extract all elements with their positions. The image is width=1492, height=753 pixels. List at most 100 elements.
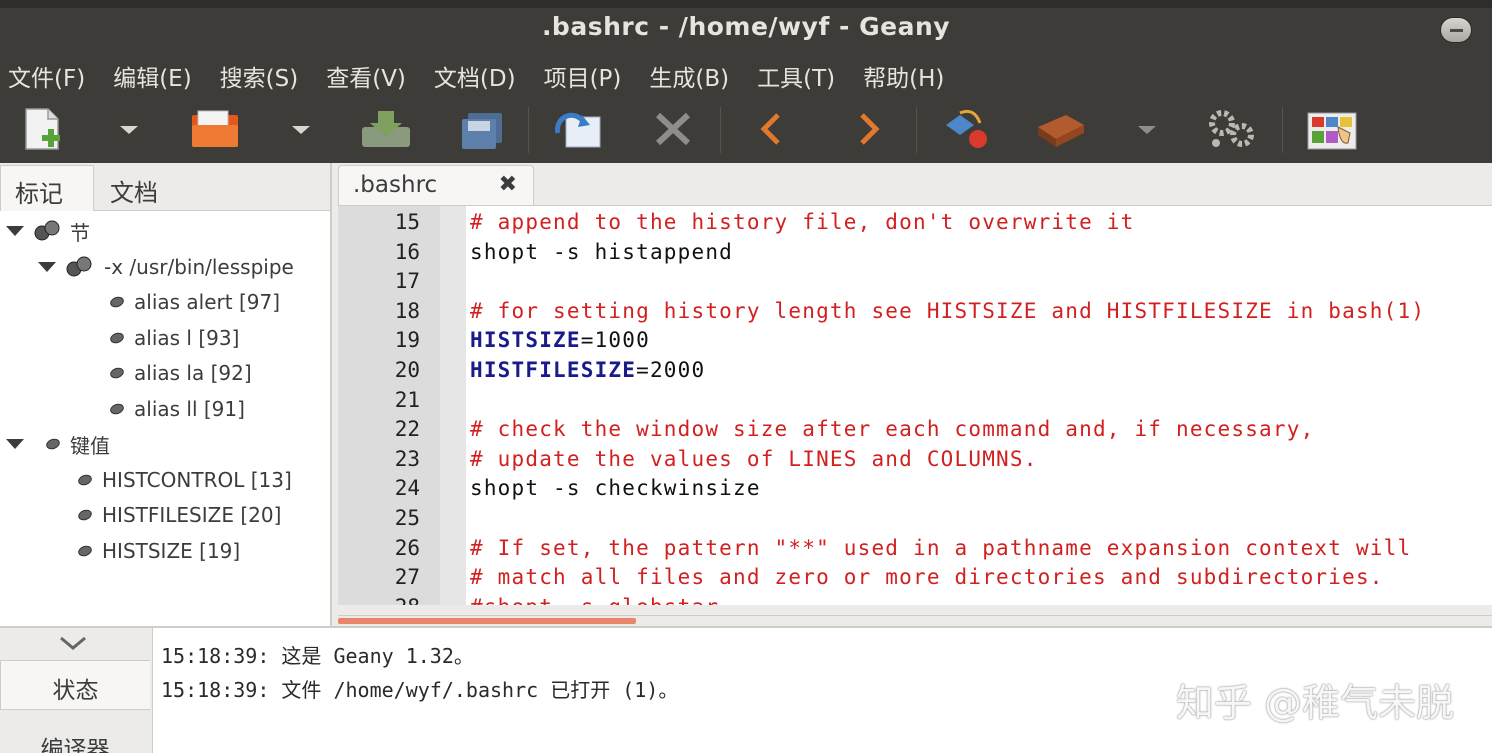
menu-file[interactable]: 文件(F)	[8, 59, 85, 93]
document-tab-label: .bashrc	[353, 172, 438, 198]
toolbar-separator	[720, 107, 721, 153]
tree-leaf[interactable]: HISTCONTROL [13]	[76, 464, 292, 496]
new-dropdown-icon[interactable]	[116, 105, 142, 153]
save-icon[interactable]	[358, 105, 414, 153]
status-log: 15:18:39: 这是 Geany 1.32。 15:18:39: 文件 /h…	[152, 628, 1492, 753]
menu-help[interactable]: 帮助(H)	[863, 59, 944, 93]
code-line[interactable]: HISTSIZE=1000	[470, 328, 650, 352]
toolbar	[0, 97, 1492, 163]
expander-icon[interactable]	[6, 226, 24, 236]
menu-build[interactable]: 生成(B)	[649, 59, 729, 93]
tree-node-lesspipe[interactable]: -x /usr/bin/lesspipe	[38, 251, 294, 283]
close-icon[interactable]	[650, 105, 696, 153]
tree-leaf[interactable]: alias alert [97]	[108, 286, 280, 318]
sections-icon	[34, 220, 60, 241]
variable-icon	[76, 543, 94, 559]
editor-area: .bashrc ✖ 15 # append to the history file…	[334, 163, 1492, 626]
code-line[interactable]: # for setting history length see HISTSIZ…	[470, 299, 1425, 323]
message-window: 状态 编译器 15:18:39: 这是 Geany 1.32。 15:18:39…	[0, 626, 1492, 753]
line-number: 20	[394, 358, 420, 382]
tree-leaf[interactable]: alias ll [91]	[108, 393, 245, 425]
variable-token: HISTFILESIZE	[470, 358, 637, 382]
code-line[interactable]: # match all files and zero or more direc…	[470, 565, 1384, 589]
menu-view[interactable]: 查看(V)	[326, 59, 406, 93]
code-line[interactable]: HISTFILESIZE=2000	[470, 358, 705, 382]
code-line[interactable]: # update the values of LINES and COLUMNS…	[470, 447, 1038, 471]
tree-node-keys[interactable]: 键值	[6, 428, 110, 460]
line-number: 17	[394, 269, 420, 294]
open-file-icon[interactable]	[186, 105, 244, 153]
variable-icon	[76, 472, 94, 488]
build-icon[interactable]	[1032, 105, 1090, 153]
horizontal-scrollbar[interactable]	[338, 615, 1492, 625]
expander-icon[interactable]	[38, 262, 56, 272]
menu-project[interactable]: 项目(P)	[544, 59, 622, 93]
watermark: 知乎 @稚气未脱	[1175, 681, 1454, 725]
symbol-tree: 节 -x /usr/bin/lesspipe alias alert [97] …	[0, 211, 330, 626]
sidebar: 标记 文档 节 -x /usr/bin/lesspipe alias alert…	[0, 163, 332, 626]
new-file-icon[interactable]	[18, 105, 74, 153]
menubar: 文件(F) 编辑(E) 搜索(S) 查看(V) 文档(D) 项目(P) 生成(B…	[0, 54, 1492, 97]
line-number: 21	[394, 387, 420, 412]
line-number: 23	[394, 446, 420, 471]
color-chooser-icon[interactable]	[1304, 105, 1360, 153]
tree-label: HISTFILESIZE [20]	[102, 503, 282, 527]
compile-icon[interactable]	[940, 105, 996, 153]
variable-icon	[108, 294, 126, 310]
fold-margin	[440, 206, 466, 605]
expander-icon[interactable]	[6, 439, 24, 449]
variable-icon	[108, 401, 126, 417]
title-bar: .bashrc - /home/wyf - Geany	[0, 0, 1492, 54]
tab-compiler[interactable]: 编译器	[0, 720, 150, 753]
tree-leaf[interactable]: HISTFILESIZE [20]	[76, 499, 282, 531]
menu-edit[interactable]: 编辑(E)	[113, 59, 191, 93]
tree-label: alias alert [97]	[134, 290, 280, 314]
reload-icon[interactable]	[552, 105, 606, 153]
code-line[interactable]: # append to the history file, don't over…	[470, 210, 1134, 234]
toolbar-separator	[1282, 107, 1283, 153]
gear-icon[interactable]	[1204, 105, 1262, 153]
log-line: 15:18:39: 这是 Geany 1.32。	[161, 644, 474, 668]
tree-leaf[interactable]: alias la [92]	[108, 357, 252, 389]
line-number: 27	[394, 565, 420, 590]
sections-icon	[66, 256, 92, 277]
code-editor[interactable]: 15 # append to the history file, don't ov…	[338, 205, 1492, 605]
close-tab-icon[interactable]: ✖	[499, 172, 517, 197]
desktop-top-bar	[0, 0, 1492, 8]
save-all-icon[interactable]	[456, 105, 508, 153]
tab-symbols[interactable]: 标记	[0, 165, 94, 211]
tab-documents[interactable]: 文档	[96, 165, 188, 211]
toolbar-separator	[916, 107, 917, 153]
code-line[interactable]: shopt -s checkwinsize	[470, 476, 761, 500]
value-token: =2000	[636, 358, 706, 382]
variable-icon	[76, 507, 94, 523]
line-number: 25	[394, 506, 420, 530]
tree-label: alias ll [91]	[134, 397, 245, 421]
chevron-down-icon[interactable]	[58, 634, 88, 654]
open-dropdown-icon[interactable]	[288, 105, 314, 153]
menu-tools[interactable]: 工具(T)	[757, 59, 835, 93]
forward-arrow-icon[interactable]	[850, 105, 890, 153]
minimize-button[interactable]	[1440, 17, 1472, 43]
menu-search[interactable]: 搜索(S)	[220, 59, 299, 93]
tree-label: 键值	[70, 433, 110, 458]
tree-label: 节	[70, 220, 90, 245]
variable-icon	[108, 365, 126, 381]
line-number: 16	[394, 239, 420, 264]
scrollbar-thumb[interactable]	[338, 618, 636, 624]
back-arrow-icon[interactable]	[750, 105, 790, 153]
tree-leaf[interactable]: HISTSIZE [19]	[76, 535, 240, 567]
tree-leaf[interactable]: alias l [93]	[108, 322, 239, 354]
tab-status[interactable]: 状态	[0, 660, 150, 710]
code-line[interactable]: #shopt -s globstar	[470, 595, 719, 605]
value-token: =1000	[580, 328, 650, 353]
code-line[interactable]: # If set, the pattern "**" used in a pat…	[470, 536, 1411, 560]
build-dropdown-icon[interactable]	[1134, 105, 1160, 153]
sidebar-tabs: 标记 文档	[0, 163, 330, 211]
line-number: 15	[394, 210, 420, 234]
tree-node-sections[interactable]: 节	[6, 215, 90, 247]
code-line[interactable]: # check the window size after each comma…	[470, 417, 1314, 441]
document-tab[interactable]: .bashrc ✖	[338, 165, 534, 207]
menu-document[interactable]: 文档(D)	[434, 59, 516, 93]
code-line[interactable]: shopt -s histappend	[470, 240, 733, 264]
